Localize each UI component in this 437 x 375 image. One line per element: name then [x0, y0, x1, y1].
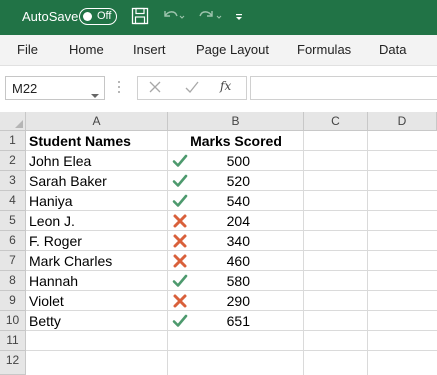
- row-header[interactable]: 7: [0, 251, 26, 271]
- cancel-icon[interactable]: [148, 80, 162, 99]
- gridline: [167, 131, 168, 375]
- tab-page-layout[interactable]: Page Layout: [196, 42, 269, 57]
- cross-icon: [172, 253, 188, 269]
- row-header[interactable]: 11: [0, 331, 26, 351]
- row-header[interactable]: 10: [0, 311, 26, 331]
- student-name-cell[interactable]: Leon J.: [29, 211, 75, 231]
- spreadsheet-grid: A B C D 1 2 3 4 5 6 7 8 9 10 11 12 Stude…: [0, 112, 437, 375]
- row-header[interactable]: 12: [0, 351, 26, 375]
- marks-cell[interactable]: 460: [200, 251, 250, 271]
- marks-cell[interactable]: 340: [200, 231, 250, 251]
- title-bar: AutoSave Off: [0, 0, 437, 35]
- check-icon: [172, 313, 188, 329]
- row-header[interactable]: 2: [0, 151, 26, 171]
- student-name-cell[interactable]: Haniya: [29, 191, 73, 211]
- chevron-down-icon[interactable]: [91, 86, 99, 104]
- tab-file[interactable]: File: [17, 42, 38, 57]
- student-name-cell[interactable]: Violet: [29, 291, 64, 311]
- student-name-cell[interactable]: Mark Charles: [29, 251, 112, 271]
- check-icon: [172, 173, 188, 189]
- ribbon-tabs: File Home Insert Page Layout Formulas Da…: [0, 35, 437, 66]
- toggle-knob: [83, 12, 92, 21]
- save-icon[interactable]: [131, 6, 149, 28]
- student-name-cell[interactable]: Betty: [29, 311, 61, 331]
- marks-cell[interactable]: 520: [200, 171, 250, 191]
- cross-icon: [172, 293, 188, 309]
- tab-home[interactable]: Home: [69, 42, 104, 57]
- gridline: [367, 131, 368, 375]
- autosave-toggle[interactable]: Off: [79, 8, 117, 25]
- row-header[interactable]: 4: [0, 191, 26, 211]
- marks-cell[interactable]: 540: [200, 191, 250, 211]
- student-name-cell[interactable]: John Elea: [29, 151, 91, 171]
- cell-a1[interactable]: Student Names: [29, 131, 131, 151]
- check-icon: [172, 153, 188, 169]
- column-header-d[interactable]: D: [368, 112, 437, 131]
- autosave-label: AutoSave: [22, 9, 79, 24]
- insert-function-button[interactable]: fx: [220, 79, 231, 93]
- autosave-state: Off: [97, 10, 112, 22]
- redo-icon[interactable]: [196, 6, 224, 28]
- column-header-b[interactable]: B: [168, 112, 304, 131]
- cell-b1[interactable]: Marks Scored: [168, 131, 304, 151]
- name-box-value: M22: [12, 81, 38, 96]
- student-name-cell[interactable]: Sarah Baker: [29, 171, 107, 191]
- row-header[interactable]: 9: [0, 291, 26, 311]
- marks-cell[interactable]: 651: [200, 311, 250, 331]
- cross-icon: [172, 213, 188, 229]
- row-header[interactable]: 3: [0, 171, 26, 191]
- select-all-button[interactable]: [0, 112, 26, 131]
- gridline: [26, 350, 437, 351]
- check-icon: [172, 273, 188, 289]
- row-header[interactable]: 6: [0, 231, 26, 251]
- formula-bar: M22 fx: [0, 66, 437, 112]
- marks-cell[interactable]: 290: [200, 291, 250, 311]
- undo-icon[interactable]: [161, 6, 185, 28]
- column-header-a[interactable]: A: [26, 112, 168, 131]
- student-name-cell[interactable]: F. Roger: [29, 231, 82, 251]
- marks-cell[interactable]: 580: [200, 271, 250, 291]
- marks-cell[interactable]: 500: [200, 151, 250, 171]
- enter-icon[interactable]: [184, 80, 200, 99]
- tab-data[interactable]: Data: [379, 42, 406, 57]
- customize-toolbar-icon[interactable]: [234, 6, 244, 28]
- cross-icon: [172, 233, 188, 249]
- tab-insert[interactable]: Insert: [133, 42, 166, 57]
- marks-cell[interactable]: 204: [200, 211, 250, 231]
- column-header-c[interactable]: C: [304, 112, 368, 131]
- formula-input[interactable]: [250, 76, 437, 100]
- name-box[interactable]: M22: [5, 76, 105, 100]
- check-icon: [172, 193, 188, 209]
- row-header[interactable]: 1: [0, 131, 26, 151]
- gridline: [303, 131, 304, 375]
- resize-handle-icon[interactable]: [117, 79, 121, 95]
- tab-formulas[interactable]: Formulas: [297, 42, 351, 57]
- student-name-cell[interactable]: Hannah: [29, 271, 78, 291]
- row-header[interactable]: 5: [0, 211, 26, 231]
- row-header[interactable]: 8: [0, 271, 26, 291]
